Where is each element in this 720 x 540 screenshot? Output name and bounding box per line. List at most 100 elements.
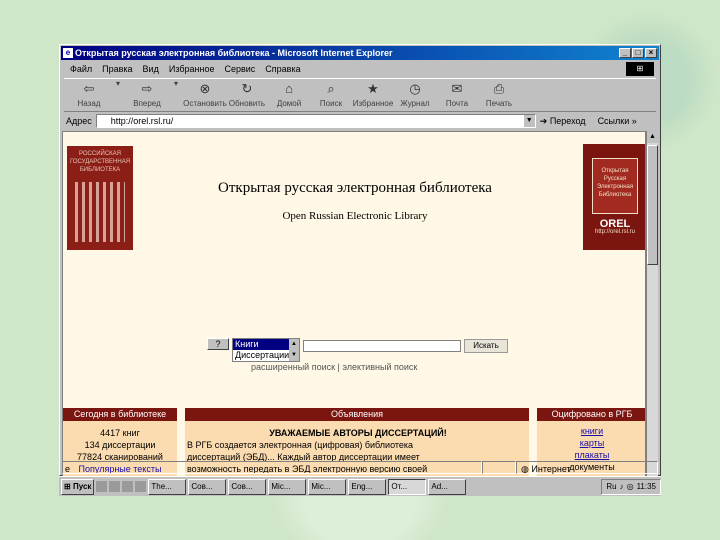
status-page-icon: e bbox=[62, 461, 482, 474]
forward-arrow-icon: ⇨ bbox=[141, 81, 153, 96]
network-icon[interactable]: ◎ bbox=[627, 480, 634, 494]
favorites-icon: ★ bbox=[367, 81, 379, 96]
announcement-line-1: В РГБ создается электронная (цифровая) б… bbox=[187, 440, 414, 450]
search-icon: ⌕ bbox=[327, 81, 335, 96]
rsl-logo-text: РОССИЙСКАЯ ГОСУДАРСТВЕННАЯ БИБЛИОТЕКА bbox=[69, 151, 131, 173]
start-button[interactable]: ⊞ Пуск bbox=[61, 478, 95, 495]
address-dropdown-icon[interactable]: ▼ bbox=[523, 115, 535, 127]
scroll-up-icon[interactable]: ▲ bbox=[647, 131, 658, 143]
orel-book-icon: Открытая Русская Электронная Библиотека bbox=[592, 158, 638, 214]
listbox-scroll[interactable]: ▲ ▼ bbox=[289, 339, 299, 361]
taskbar-task[interactable]: Eng... bbox=[348, 478, 387, 495]
menu-tools[interactable]: Сервис bbox=[224, 62, 255, 76]
minimize-button[interactable]: _ bbox=[619, 48, 631, 58]
toolbar-stop-button[interactable]: ⊗ Остановить bbox=[183, 79, 227, 113]
address-input[interactable]: http://orel.rsl.ru/ ▼ bbox=[95, 114, 536, 128]
status-bar: e ◍ Интернет bbox=[62, 461, 658, 475]
mail-icon: ✉ bbox=[451, 81, 463, 96]
stat-books: 4417 книг bbox=[100, 428, 140, 438]
taskbar-task[interactable]: Сов... bbox=[188, 478, 227, 495]
taskbar-task[interactable]: Mic... bbox=[268, 478, 307, 495]
announcement-title: УВАЖАЕМЫЕ АВТОРЫ ДИССЕРТАЦИЙ! bbox=[269, 428, 447, 438]
menu-help[interactable]: Справка bbox=[265, 62, 300, 76]
print-icon: ⎙ bbox=[493, 81, 505, 96]
search-input[interactable] bbox=[303, 340, 461, 352]
help-button[interactable]: ? bbox=[207, 338, 229, 350]
browser-window: e Открытая русская электронная библиотек… bbox=[59, 44, 661, 489]
scroll-thumb[interactable] bbox=[647, 145, 658, 265]
taskbar-task[interactable]: Сов... bbox=[228, 478, 267, 495]
taskbar: ⊞ Пуск The... Сов... Сов... Mic... Mic... Eng… bbox=[59, 476, 661, 496]
today-header: Сегодня в библиотеке bbox=[63, 408, 177, 421]
system-tray: Ru ♪ ◎ 11:35 bbox=[601, 478, 661, 495]
home-icon: ⌂ bbox=[285, 81, 293, 96]
ie-logo-icon: e bbox=[63, 48, 73, 58]
toolbar-refresh-button[interactable]: ↻ Обновить bbox=[226, 79, 268, 113]
quicklaunch-ie-icon[interactable] bbox=[109, 481, 121, 492]
digitized-posters-link[interactable]: плакаты bbox=[537, 449, 645, 461]
toolbar-mail-button[interactable]: ✉ Почта bbox=[436, 79, 478, 113]
quicklaunch-mail-icon[interactable] bbox=[122, 481, 134, 492]
history-icon: ◷ bbox=[409, 81, 421, 96]
search-button[interactable]: Искать bbox=[464, 339, 508, 353]
digitized-header: Оцифровано в РГБ bbox=[537, 408, 645, 421]
toolbar-label: Избранное bbox=[352, 99, 394, 108]
clock: 11:35 bbox=[636, 481, 656, 491]
toolbar-label: Журнал bbox=[400, 99, 430, 108]
window-title: Открытая русская электронная библиотека … bbox=[75, 48, 393, 58]
vertical-scrollbar[interactable]: ▲ ▼ bbox=[646, 131, 658, 489]
option-books[interactable]: Книги bbox=[233, 339, 289, 350]
refresh-icon: ↻ bbox=[241, 81, 253, 96]
status-seg bbox=[482, 461, 516, 474]
menu-edit[interactable]: Правка bbox=[102, 62, 132, 76]
close-button[interactable]: × bbox=[645, 48, 657, 58]
address-label: Адрес bbox=[66, 116, 92, 126]
toolbar-label: Поиск bbox=[319, 99, 343, 108]
digitized-maps-link[interactable]: карты bbox=[537, 437, 645, 449]
search-type-select[interactable]: Книги Диссертации ▲ ▼ bbox=[232, 338, 300, 362]
toolbar-label: Домой bbox=[276, 99, 302, 108]
menu-file[interactable]: Файл bbox=[70, 62, 92, 76]
taskbar-task[interactable]: От... bbox=[388, 478, 427, 495]
nav-dropdown-icon[interactable]: ▾ bbox=[168, 79, 184, 113]
title-bar[interactable]: e Открытая русская электронная библиотек… bbox=[61, 46, 659, 60]
address-bar: Адрес http://orel.rsl.ru/ ▼ ➔ Переход Сс… bbox=[64, 113, 656, 129]
toolbar-search-button[interactable]: ⌕ Поиск bbox=[310, 79, 352, 113]
maximize-button[interactable]: □ bbox=[632, 48, 644, 58]
go-label: Переход bbox=[549, 116, 586, 126]
toolbar-forward-arrow-button[interactable]: ⇨ Вперед bbox=[126, 79, 168, 113]
toolbar-print-button[interactable]: ⎙ Печать bbox=[478, 79, 520, 113]
rsl-logo[interactable]: РОССИЙСКАЯ ГОСУДАРСТВЕННАЯ БИБЛИОТЕКА bbox=[67, 146, 133, 250]
page-title: Открытая русская электронная библиотека bbox=[218, 180, 492, 196]
language-indicator[interactable]: Ru bbox=[606, 480, 616, 494]
search-links[interactable]: расширенный поиск | элективный поиск bbox=[251, 362, 417, 372]
toolbar-favorites-button[interactable]: ★ Избранное bbox=[352, 79, 394, 113]
taskbar-task[interactable]: The... bbox=[148, 478, 187, 495]
windows-logo-icon: ⊞ bbox=[626, 62, 654, 76]
toolbar-home-button[interactable]: ⌂ Домой bbox=[268, 79, 310, 113]
stat-dissertations: 134 диссертации bbox=[84, 440, 156, 450]
menu-view[interactable]: Вид bbox=[143, 62, 159, 76]
menu-bar: Файл Правка Вид Избранное Сервис Справка… bbox=[64, 62, 656, 76]
toolbar-back-arrow-button[interactable]: ⇦ Назад bbox=[68, 79, 110, 113]
zone-label: Интернет bbox=[531, 464, 571, 474]
status-zone: ◍ Интернет bbox=[516, 461, 658, 474]
quicklaunch-desktop-icon[interactable] bbox=[96, 481, 108, 492]
nav-dropdown-icon[interactable]: ▾ bbox=[110, 79, 126, 113]
orel-logo[interactable]: Открытая Русская Электронная Библиотека … bbox=[583, 144, 645, 250]
toolbar-label: Вперед bbox=[133, 99, 161, 108]
toolbar-label: Обновить bbox=[228, 99, 266, 108]
globe-icon: ◍ bbox=[521, 464, 529, 474]
taskbar-task[interactable]: Mic... bbox=[308, 478, 347, 495]
volume-icon[interactable]: ♪ bbox=[620, 480, 624, 494]
digitized-books-link[interactable]: книги bbox=[537, 425, 645, 437]
task-list: The... Сов... Сов... Mic... Mic... Eng... От..… bbox=[148, 478, 467, 495]
menu-favorites[interactable]: Избранное bbox=[169, 62, 215, 76]
toolbar-history-button[interactable]: ◷ Журнал bbox=[394, 79, 436, 113]
links-button[interactable]: Ссылки » bbox=[598, 113, 637, 129]
quicklaunch-app-icon[interactable] bbox=[135, 481, 147, 492]
go-button[interactable]: ➔ Переход bbox=[540, 113, 586, 129]
toolbar: ⇦ Назад ▾ ⇨ Вперед ▾ ⊗ Остановить ↻ Обновить ⌂ Домо… bbox=[64, 78, 656, 112]
orel-url: http://orel.rsl.ru bbox=[594, 229, 635, 235]
taskbar-task[interactable]: Ad... bbox=[428, 478, 467, 495]
